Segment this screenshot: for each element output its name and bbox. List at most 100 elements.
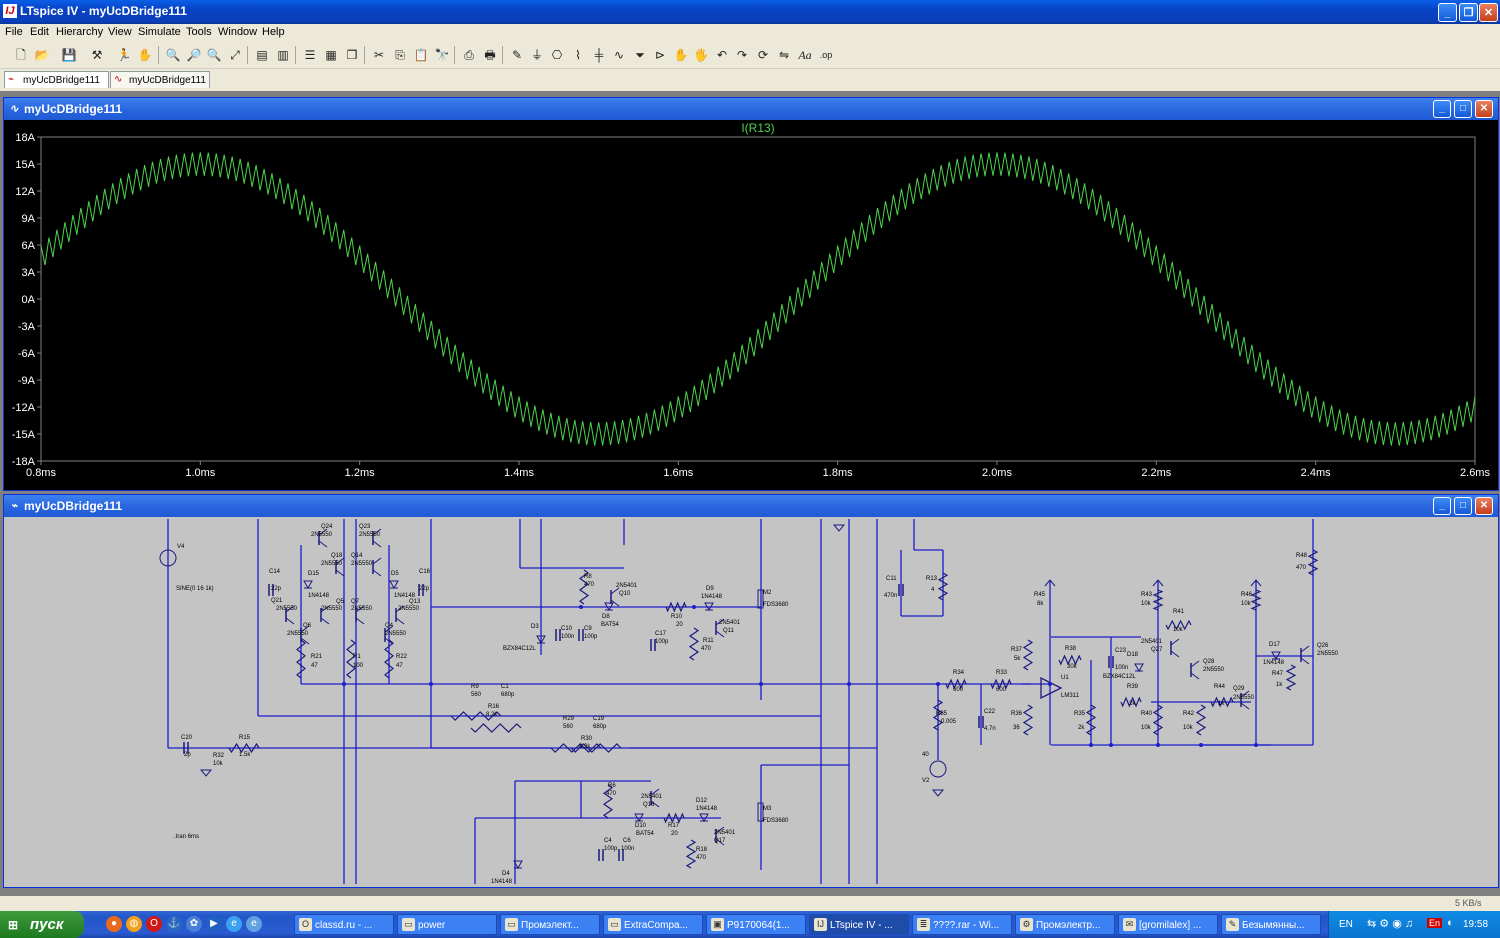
inductor-icon[interactable]: ∿ (610, 46, 628, 64)
component-label: R38 (1065, 646, 1077, 652)
menu-file[interactable]: File (5, 26, 23, 38)
schematic-minimize-button[interactable]: _ (1433, 497, 1451, 515)
close-button[interactable]: ✕ (1479, 3, 1498, 22)
waveform-close-button[interactable]: ✕ (1475, 100, 1493, 118)
taskbar-button[interactable]: ▭ power (397, 914, 497, 935)
menu-help[interactable]: Help (262, 26, 285, 38)
open-icon[interactable]: 📂 (33, 46, 51, 64)
component-icon[interactable]: ⊳ (651, 46, 669, 64)
new-schematic-icon[interactable]: 🗋 (12, 46, 30, 64)
component-label: Q29 (1233, 686, 1245, 692)
keyboard-indicator[interactable]: En (1427, 918, 1443, 928)
halt-icon[interactable]: ✋ (136, 46, 154, 64)
resistor-icon[interactable]: ⌇ (569, 46, 587, 64)
component-label: C10 (561, 626, 573, 632)
taskbar-button[interactable]: Oclassd.ru - ... (294, 914, 394, 935)
text-icon[interactable]: Aa (796, 46, 814, 64)
schematic-close-button[interactable]: ✕ (1475, 497, 1493, 515)
schematic-maximize-button[interactable]: □ (1454, 497, 1472, 515)
firefox-icon[interactable]: ● (106, 916, 122, 932)
diode-icon[interactable]: ⏷ (631, 46, 649, 64)
menu-view[interactable]: View (108, 26, 132, 38)
component-label: 2N5401 (616, 583, 638, 589)
window-title-bar[interactable]: IJ LTspice IV - myUcDBridge111 _ ❐ ✕ (0, 0, 1500, 24)
zoom-back-icon[interactable]: 🔎 (185, 46, 203, 64)
taskbar-button-label: power (418, 920, 446, 931)
wire-icon[interactable]: ✎ (508, 46, 526, 64)
run-icon[interactable]: 🏃 (115, 46, 133, 64)
redo-icon[interactable]: ↷ (733, 46, 751, 64)
undo-icon[interactable]: ↶ (713, 46, 731, 64)
ground-icon[interactable]: ⏚ (528, 46, 546, 64)
menu-hierarchy[interactable]: Hierarchy (56, 26, 103, 38)
tile-horizontal-icon[interactable]: ☰ (301, 46, 319, 64)
menu-tools[interactable]: Tools (186, 26, 212, 38)
restore-button[interactable]: ❐ (1459, 3, 1478, 22)
taskbar-button[interactable]: ≣ ????.rar - Wi... (912, 914, 1012, 935)
print-icon[interactable]: 🖶 (481, 46, 499, 64)
taskbar-button[interactable]: ✉ [gromilalex] ... (1118, 914, 1218, 935)
rotate-icon[interactable]: ⟳ (754, 46, 772, 64)
control-panel-icon[interactable]: ⚒ (88, 46, 106, 64)
zoom-in-icon[interactable]: 🔍 (164, 46, 182, 64)
taskbar-button[interactable]: ⚙ Промэлектр... (1015, 914, 1115, 935)
waveform-window: ∿ myUcDBridge111 _ □ ✕ I(R13) 18A 15A 12A 9A… (3, 97, 1499, 491)
drag-icon[interactable]: 🖐 (692, 46, 710, 64)
component-label: C17 (655, 631, 667, 637)
print-preview-icon[interactable]: ⎙ (460, 46, 478, 64)
minimize-button[interactable]: _ (1438, 3, 1457, 22)
taskbar-button[interactable]: ▣ P9170064(1... (706, 914, 806, 935)
taskbar-button-label: Безымянны... (1242, 920, 1305, 931)
schematic-canvas[interactable]: V4 SINE(0 16 1k) .tran 6ms Q24 2N5550 Q23 2N55… (4, 517, 1498, 887)
junction-dot (759, 682, 763, 686)
taskbar-button[interactable]: ✎ Безымянны... (1221, 914, 1321, 935)
start-button[interactable]: ⊞ пуск (0, 911, 84, 938)
waveform-plot[interactable]: I(R13) 18A 15A 12A 9A 6A 3A 0A -3A -6A -9A -12A -15A… (4, 120, 1498, 490)
taskbar-button[interactable]: ▭ Промэлект... (500, 914, 600, 935)
component-label: 2N5550 (1203, 667, 1225, 673)
waveform-window-title-bar[interactable]: ∿ myUcDBridge111 _ □ ✕ (4, 98, 1498, 120)
y-tick-label: -9A (18, 375, 36, 387)
tool-icon[interactable]: ✿ (186, 916, 202, 932)
tab-schematic[interactable]: ⌁ myUcDBridge111 (4, 71, 109, 88)
zoom-out-icon[interactable]: 🔍 (205, 46, 223, 64)
waveform-maximize-button[interactable]: □ (1454, 100, 1472, 118)
component-label: R36 (1011, 711, 1023, 717)
taskbar-button[interactable]: ▭ ExtraCompa... (603, 914, 703, 935)
cascade-icon[interactable]: ❐ (343, 46, 361, 64)
taskbar-button[interactable]: IJ LTspice IV - ... (809, 914, 909, 935)
ie-alt-icon[interactable]: e (246, 916, 262, 932)
component-label: R15 (239, 735, 251, 741)
menu-window[interactable]: Window (218, 26, 257, 38)
tile-vertical-icon[interactable]: ▦ (322, 46, 340, 64)
component-label: 22p (271, 586, 282, 592)
cut-icon[interactable]: ✂ (370, 46, 388, 64)
capacitor-icon[interactable]: ╪ (590, 46, 608, 64)
paste-icon[interactable]: 📋 (412, 46, 430, 64)
zoom-fit-icon[interactable]: ⤢ (226, 46, 244, 64)
media-icon[interactable]: ▶ (206, 916, 222, 932)
browser-icon[interactable]: ◍ (126, 916, 142, 932)
opera-icon[interactable]: O (146, 916, 162, 932)
delete-trace-icon[interactable]: ▥ (274, 46, 292, 64)
menu-edit[interactable]: Edit (30, 26, 49, 38)
move-icon[interactable]: ✋ (672, 46, 690, 64)
language-indicator[interactable]: EN (1339, 919, 1353, 930)
ie-icon[interactable]: e (226, 916, 242, 932)
copy-icon[interactable]: ⎘ (391, 46, 409, 64)
autorange-icon[interactable]: ▤ (253, 46, 271, 64)
network-icon[interactable]: ⚓ (166, 916, 182, 932)
tab-waveform[interactable]: ∿ myUcDBridge111 (110, 71, 210, 88)
mirror-icon[interactable]: ⇋ (775, 46, 793, 64)
menu-simulate[interactable]: Simulate (138, 26, 181, 38)
schematic-window-title-bar[interactable]: ⌁ myUcDBridge111 _ □ ✕ (4, 495, 1498, 517)
spice-directive-icon[interactable]: .op (817, 46, 835, 64)
waveform-minimize-button[interactable]: _ (1433, 100, 1451, 118)
find-icon[interactable]: 🔭 (433, 46, 451, 64)
tray-info-icon[interactable]: ◐ (1447, 917, 1454, 929)
schematic-icon: ⌁ (8, 74, 15, 85)
component-label: Q4 (385, 623, 394, 629)
save-icon[interactable]: 💾 (60, 46, 78, 64)
label-icon[interactable]: ⎔ (548, 46, 566, 64)
component-label: 2N5550 (321, 561, 343, 567)
